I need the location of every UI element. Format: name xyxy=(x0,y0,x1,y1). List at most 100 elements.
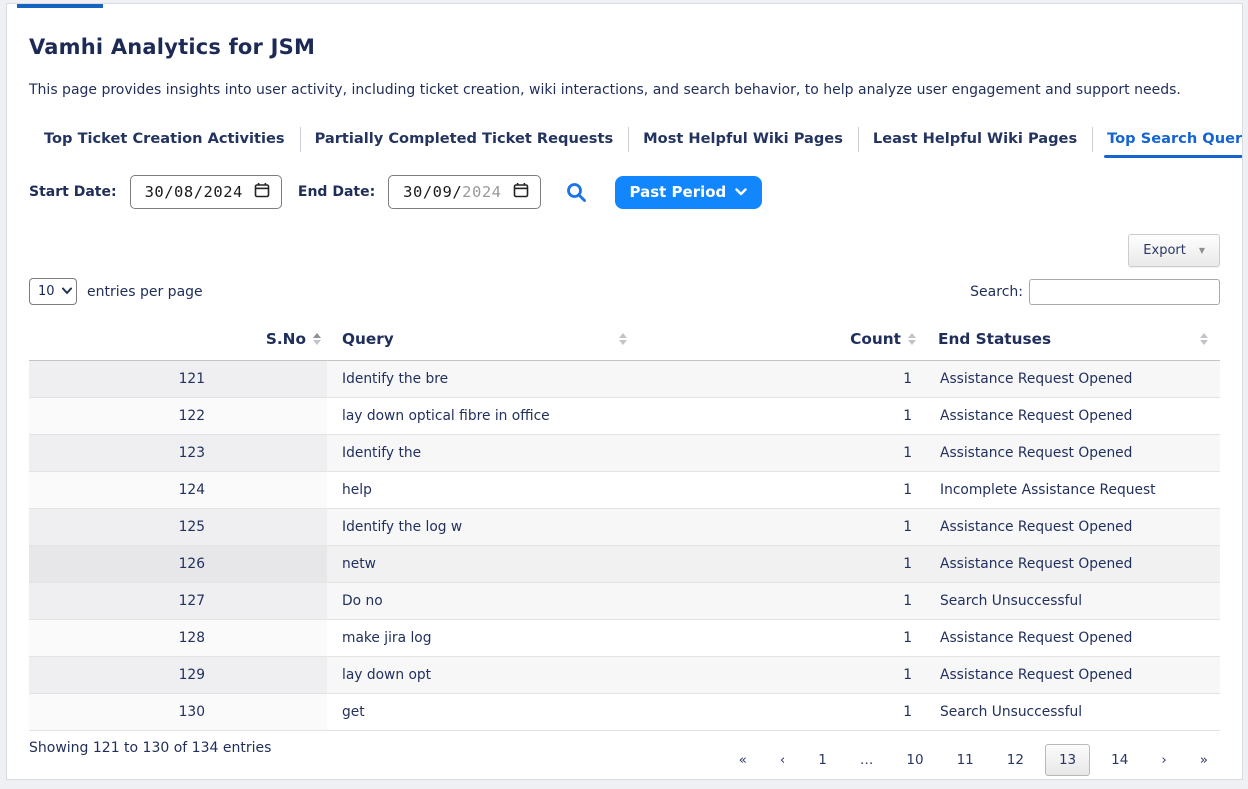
pagination-label: › xyxy=(1161,752,1166,768)
table-footer: Showing 121 to 130 of 134 entries « ‹ 1 … xyxy=(29,735,1220,776)
cell-end-status: Assistance Request Opened xyxy=(922,360,1220,397)
pagination-label: 11 xyxy=(957,752,974,768)
cell-query: netw xyxy=(327,545,627,582)
pagination-label: 14 xyxy=(1111,752,1128,768)
pagination-item[interactable]: 10 xyxy=(894,744,935,776)
cell-count: 1 xyxy=(627,693,922,730)
pagination-item[interactable]: 14 xyxy=(1099,744,1140,776)
start-date-input[interactable]: 30/08/2024 xyxy=(130,175,282,209)
cell-sno: 129 xyxy=(29,656,327,693)
pagination-item[interactable]: 12 xyxy=(995,744,1036,776)
table-search-input[interactable] xyxy=(1029,279,1220,305)
tab-label: Least Helpful Wiki Pages xyxy=(873,130,1077,147)
showing-entries-text: Showing 121 to 130 of 134 entries xyxy=(29,740,271,756)
tab-label: Most Helpful Wiki Pages xyxy=(643,130,843,147)
sort-icon xyxy=(908,333,916,345)
column-label: Query xyxy=(342,330,394,348)
column-header-query[interactable]: Query xyxy=(327,319,627,360)
table-row[interactable]: 124 help 1 Incomplete Assistance Request xyxy=(29,471,1220,508)
tab[interactable]: Least Helpful Wiki Pages xyxy=(858,125,1092,152)
pagination-item[interactable]: › xyxy=(1149,744,1178,776)
pagination-label: « xyxy=(739,752,747,768)
table-row[interactable]: 126 netw 1 Assistance Request Opened xyxy=(29,545,1220,582)
table-row[interactable]: 121 Identify the bre 1 Assistance Reques… xyxy=(29,360,1220,397)
cell-end-status: Assistance Request Opened xyxy=(922,619,1220,656)
pagination-label: 10 xyxy=(906,752,923,768)
cell-query: make jira log xyxy=(327,619,627,656)
pagination-label: ‹ xyxy=(780,752,785,768)
start-date-label: Start Date: xyxy=(29,184,117,200)
pagination-label: » xyxy=(1200,752,1208,768)
cell-end-status: Assistance Request Opened xyxy=(922,508,1220,545)
column-header-sno[interactable]: S.No xyxy=(29,319,327,360)
table-row[interactable]: 123 Identify the 1 Assistance Request Op… xyxy=(29,434,1220,471)
tab-label: Top Search Queries and Outcomes xyxy=(1107,130,1243,147)
pagination-item[interactable]: 1 xyxy=(806,744,839,776)
table-header-row: S.No Query Count xyxy=(29,319,1220,360)
chevron-down-icon xyxy=(735,188,747,196)
pagination-label: 1 xyxy=(818,752,827,768)
calendar-icon[interactable] xyxy=(254,182,270,202)
export-button[interactable]: Export ▼ xyxy=(1128,234,1220,267)
end-date-value: 30/09/2024 xyxy=(403,183,501,201)
calendar-icon[interactable] xyxy=(513,182,529,202)
pagination-label: 13 xyxy=(1059,752,1076,768)
cell-sno: 123 xyxy=(29,434,327,471)
pagination-label: 12 xyxy=(1007,752,1024,768)
cell-query: get xyxy=(327,693,627,730)
cell-query: lay down optical fibre in office xyxy=(327,397,627,434)
pagination-item[interactable]: … xyxy=(848,744,886,776)
table-row[interactable]: 129 lay down opt 1 Assistance Request Op… xyxy=(29,656,1220,693)
cell-sno: 124 xyxy=(29,471,327,508)
table-row[interactable]: 122 lay down optical fibre in office 1 A… xyxy=(29,397,1220,434)
cell-query: Identify the xyxy=(327,434,627,471)
cell-sno: 122 xyxy=(29,397,327,434)
pagination-label: … xyxy=(860,752,874,768)
pagination-item[interactable]: « xyxy=(727,744,759,776)
start-date-value: 30/08/2024 xyxy=(145,183,243,201)
cell-end-status: Assistance Request Opened xyxy=(922,656,1220,693)
cell-sno: 126 xyxy=(29,545,327,582)
past-period-button[interactable]: Past Period xyxy=(615,176,763,209)
pagination: « ‹ 1 … 10 11 12 13 14 › xyxy=(718,744,1220,776)
search-icon[interactable] xyxy=(565,181,588,204)
table-row[interactable]: 125 Identify the log w 1 Assistance Requ… xyxy=(29,508,1220,545)
pagination-item[interactable]: 11 xyxy=(945,744,986,776)
tab-label: Partially Completed Ticket Requests xyxy=(315,130,614,147)
cell-query: Do no xyxy=(327,582,627,619)
cell-end-status: Assistance Request Opened xyxy=(922,397,1220,434)
tab[interactable]: Top Search Queries and Outcomes xyxy=(1092,125,1243,152)
table-row[interactable]: 127 Do no 1 Search Unsuccessful xyxy=(29,582,1220,619)
pagination-item[interactable]: ‹ xyxy=(768,744,797,776)
cell-count: 1 xyxy=(627,434,922,471)
tab[interactable]: Top Ticket Creation Activities xyxy=(29,125,300,152)
cell-query: Identify the log w xyxy=(327,508,627,545)
sort-icon xyxy=(1200,333,1208,345)
page-title: Vamhi Analytics for JSM xyxy=(29,35,1220,59)
caret-down-icon: ▼ xyxy=(1199,246,1205,255)
tab[interactable]: Partially Completed Ticket Requests xyxy=(300,125,629,152)
cell-count: 1 xyxy=(627,545,922,582)
cell-sno: 130 xyxy=(29,693,327,730)
cell-sno: 128 xyxy=(29,619,327,656)
table-row[interactable]: 128 make jira log 1 Assistance Request O… xyxy=(29,619,1220,656)
pagination-item[interactable]: 13 xyxy=(1045,744,1090,776)
sort-icon xyxy=(619,333,627,345)
tab[interactable]: Most Helpful Wiki Pages xyxy=(628,125,858,152)
column-label: Count xyxy=(850,330,901,348)
cell-count: 1 xyxy=(627,397,922,434)
cell-query: lay down opt xyxy=(327,656,627,693)
table-row[interactable]: 130 get 1 Search Unsuccessful xyxy=(29,693,1220,730)
table-body: 121 Identify the bre 1 Assistance Reques… xyxy=(29,360,1220,730)
cell-end-status: Assistance Request Opened xyxy=(922,545,1220,582)
results-table: S.No Query Count xyxy=(29,319,1220,731)
active-tab-accent-bar xyxy=(17,4,103,8)
export-label: Export xyxy=(1143,243,1186,258)
cell-count: 1 xyxy=(627,508,922,545)
cell-query: help xyxy=(327,471,627,508)
column-header-count[interactable]: Count xyxy=(627,319,922,360)
page-size-select[interactable]: 10 xyxy=(29,278,77,305)
end-date-input[interactable]: 30/09/2024 xyxy=(388,175,540,209)
pagination-item[interactable]: » xyxy=(1188,744,1220,776)
column-header-end-statuses[interactable]: End Statuses xyxy=(922,319,1220,360)
